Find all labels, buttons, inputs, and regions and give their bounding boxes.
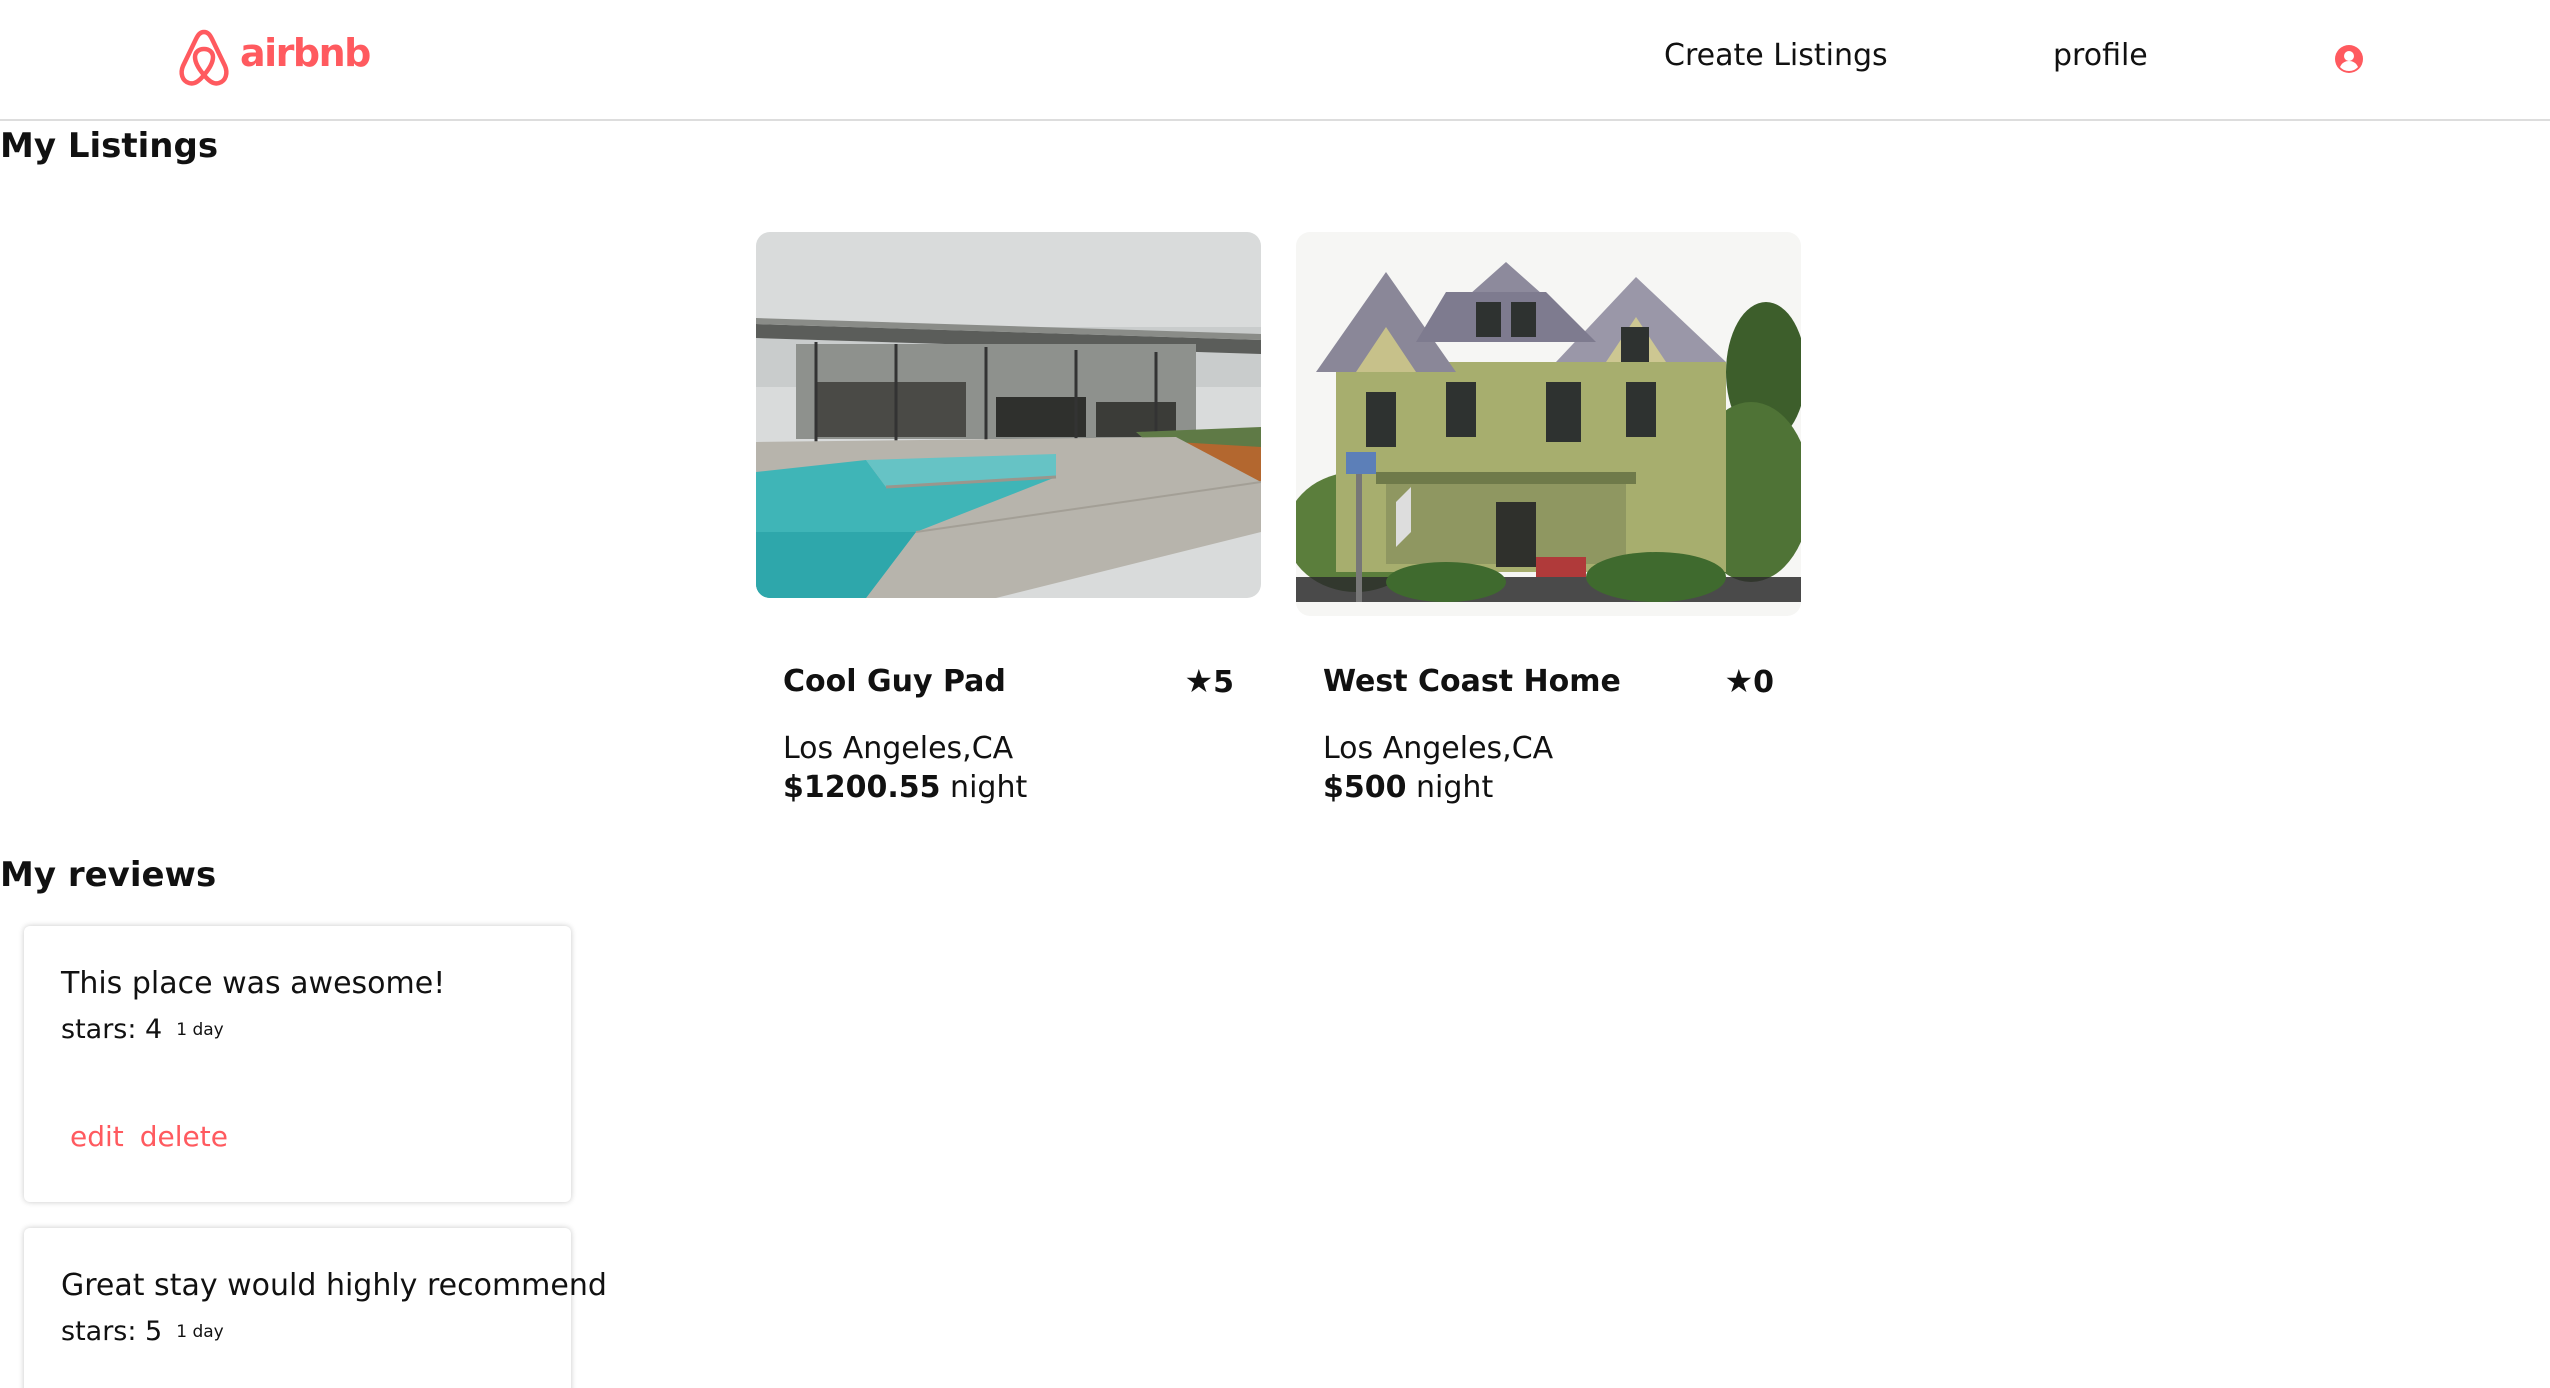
star-icon: ★ — [1724, 662, 1754, 700]
review-stars-label: stars: — [61, 1316, 146, 1347]
airbnb-logo[interactable]: airbnb — [176, 26, 371, 88]
my-reviews-title: My reviews — [0, 855, 217, 895]
listing-name: West Coast Home — [1323, 664, 1621, 699]
review-stars-label: stars: — [61, 1014, 146, 1045]
my-listings-title: My Listings — [0, 126, 219, 166]
create-listings-link[interactable]: Create Listings — [1664, 38, 1888, 73]
listing-name: Cool Guy Pad — [783, 664, 1006, 699]
listing-price: $1200.55 — [783, 770, 941, 805]
review-stars-value: 5 — [145, 1316, 163, 1347]
review-actions: edit delete — [70, 1120, 244, 1153]
logo-text: airbnb — [240, 31, 371, 75]
review-card: This place was awesome! stars: 4 1 day ed… — [24, 926, 571, 1202]
listing-rating: ★0 — [1724, 662, 1774, 700]
listing-image[interactable] — [1296, 232, 1801, 616]
review-time: 1 day — [176, 1322, 224, 1342]
edit-review-button[interactable]: edit — [70, 1120, 124, 1153]
price-unit: night — [940, 770, 1028, 805]
listing-location: Los Angeles,CA — [783, 731, 1014, 766]
listing-location: Los Angeles,CA — [1323, 731, 1554, 766]
review-stars-value: 4 — [145, 1014, 163, 1045]
page: airbnb Create Listings profile My Listin… — [0, 0, 2550, 1388]
review-meta: stars: 4 1 day — [61, 1014, 224, 1045]
review-card: Great stay would highly recommend stars:… — [24, 1228, 607, 1388]
listing-price-line: $500 night — [1323, 770, 1493, 805]
listing-price-line: $1200.55 night — [783, 770, 1027, 805]
profile-link[interactable]: profile — [2053, 38, 2148, 73]
rating-value: 0 — [1753, 665, 1774, 700]
star-icon: ★ — [1184, 662, 1214, 700]
price-unit: night — [1406, 770, 1494, 805]
listing-card[interactable]: Cool Guy Pad ★5 Los Angeles,CA $1200.55 … — [756, 232, 1261, 822]
delete-review-button[interactable]: delete — [140, 1120, 228, 1153]
user-circle-icon[interactable] — [2335, 45, 2363, 73]
listing-image[interactable] — [756, 232, 1261, 598]
airbnb-logo-icon — [176, 26, 232, 88]
review-time: 1 day — [176, 1020, 224, 1040]
review-meta: stars: 5 1 day — [61, 1316, 224, 1347]
rating-value: 5 — [1213, 665, 1234, 700]
review-text: Great stay would highly recommend — [61, 1268, 607, 1303]
listing-card[interactable]: West Coast Home ★0 Los Angeles,CA $500 n… — [1296, 232, 1801, 822]
listing-rating: ★5 — [1184, 662, 1234, 700]
review-text: This place was awesome! — [61, 966, 446, 1001]
listing-price: $500 — [1323, 770, 1407, 805]
top-nav-bar: airbnb Create Listings profile — [0, 0, 2550, 121]
